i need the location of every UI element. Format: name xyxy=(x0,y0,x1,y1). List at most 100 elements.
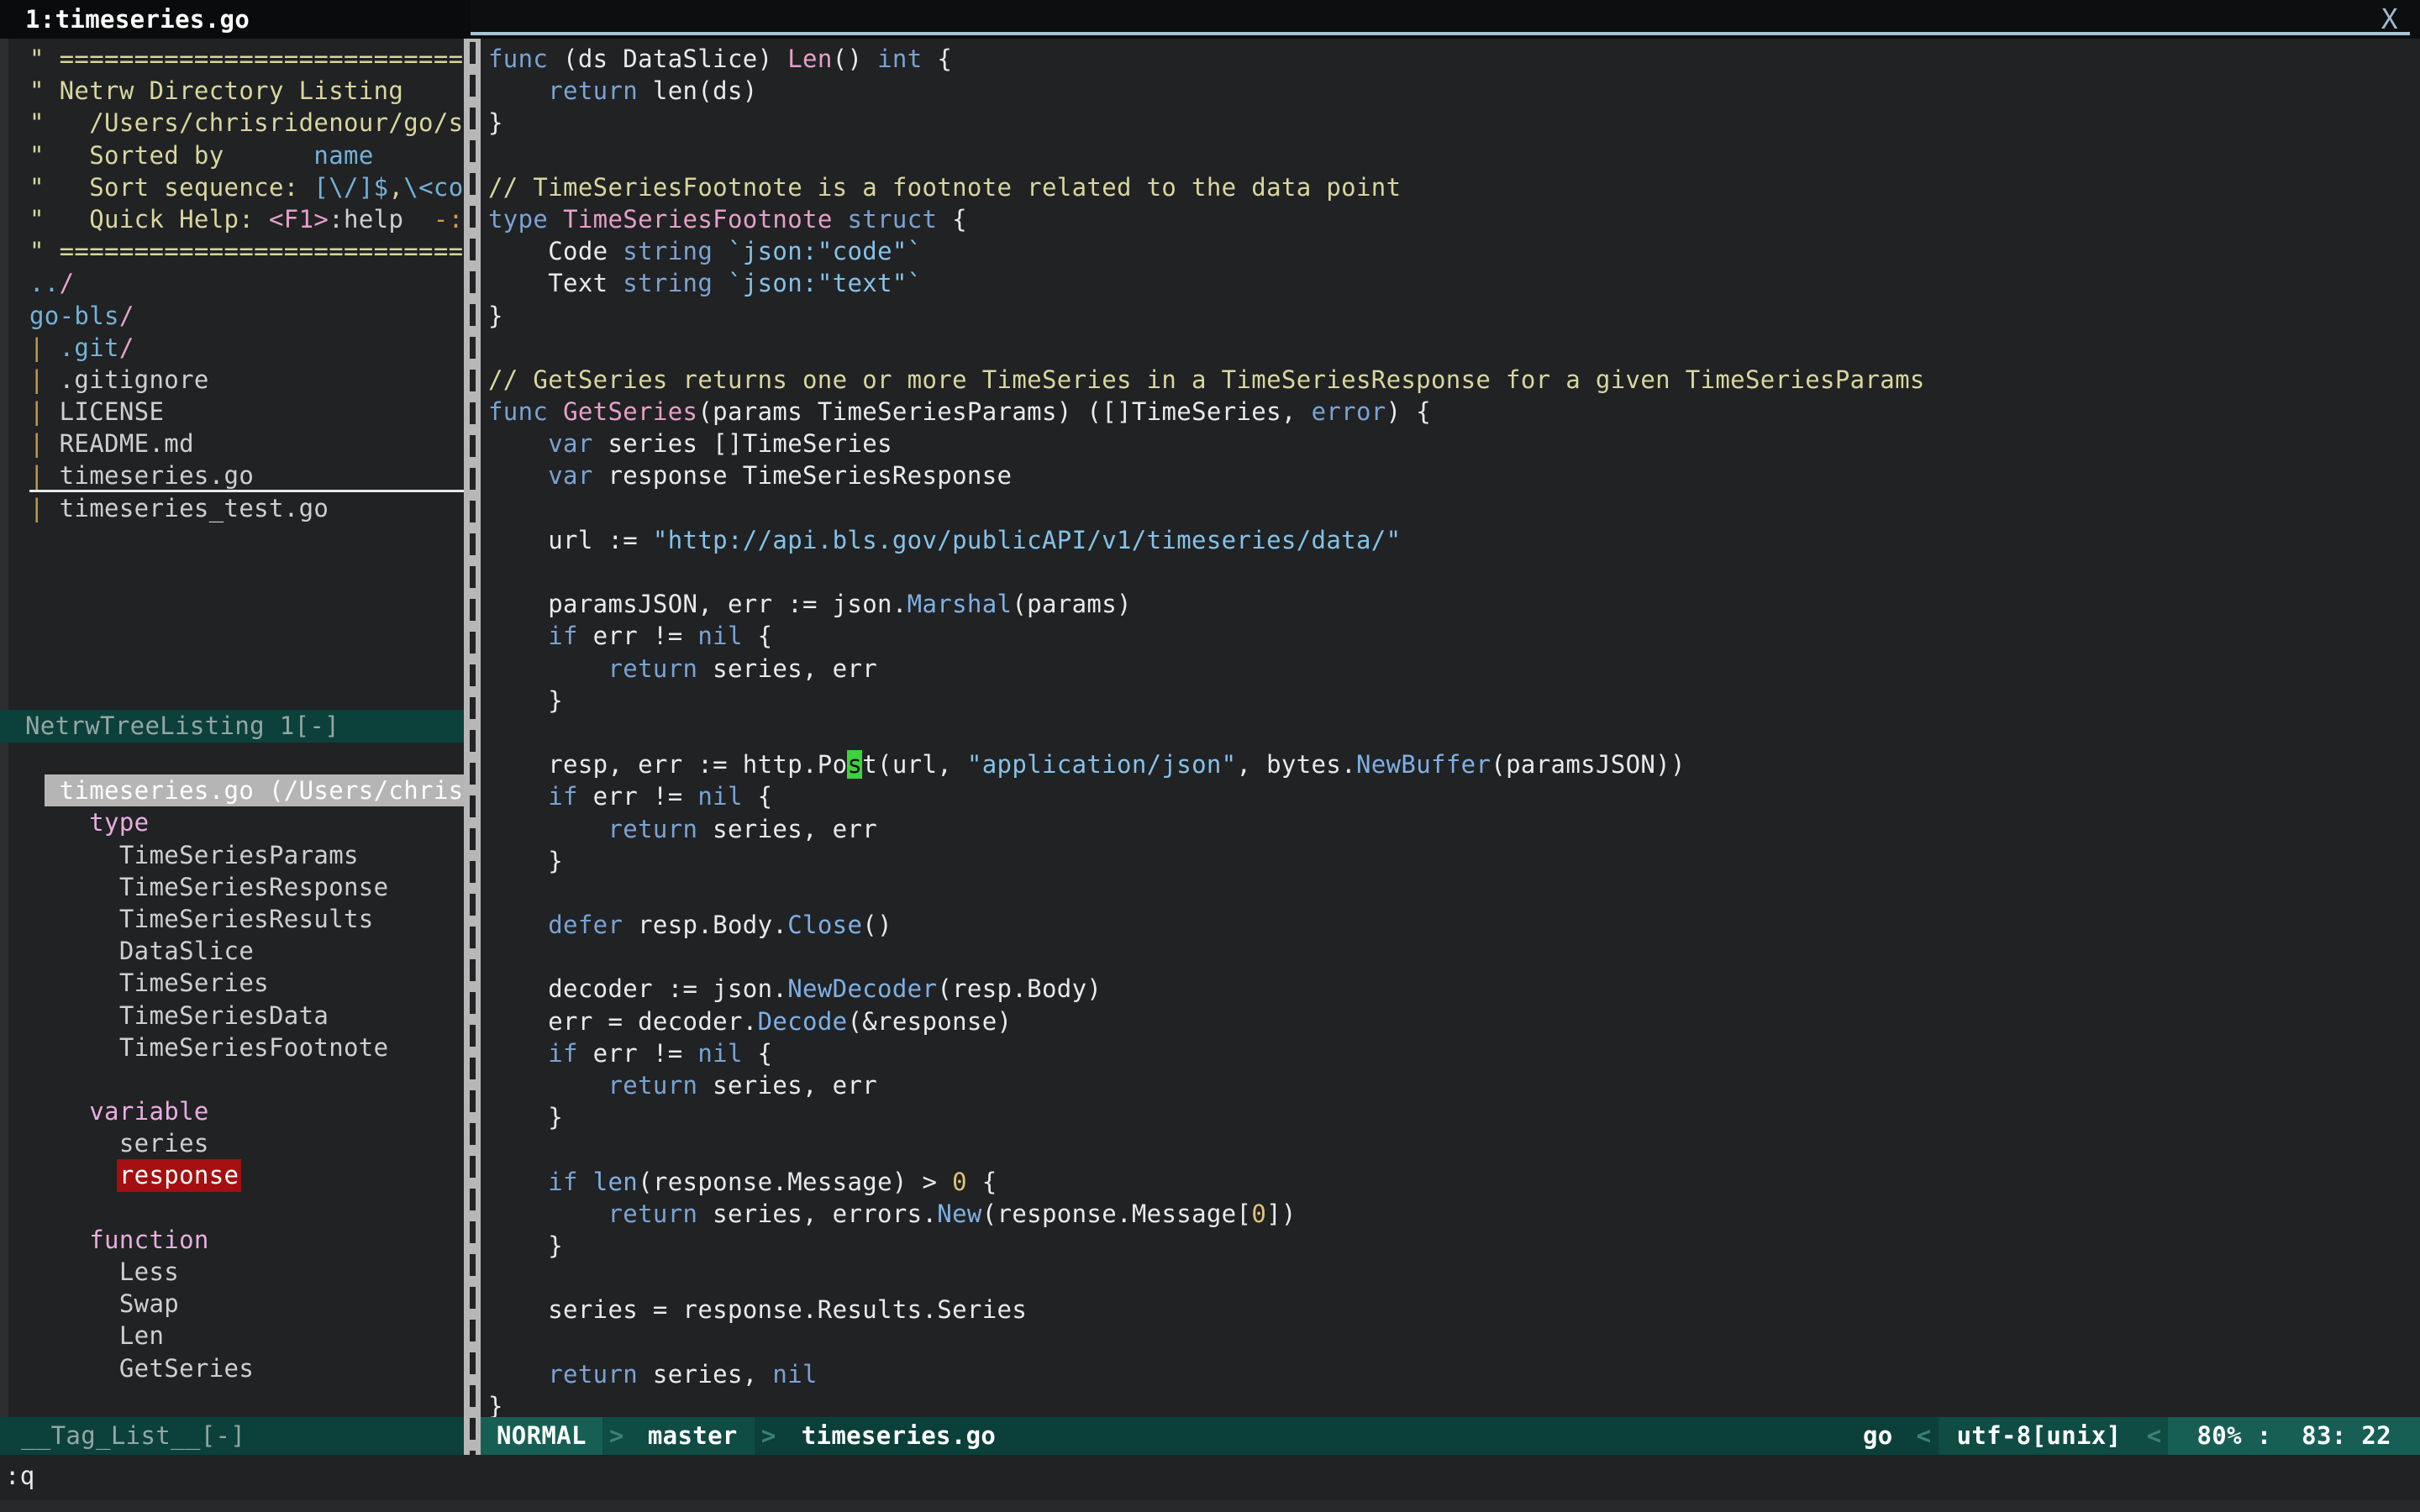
code-line[interactable]: } xyxy=(488,1101,2420,1133)
code-line[interactable]: defer resp.Body.Close() xyxy=(488,909,2420,941)
code-line[interactable] xyxy=(488,139,2420,171)
tag-line[interactable] xyxy=(29,1192,464,1224)
tag-line[interactable]: TimeSeriesData xyxy=(29,1000,464,1032)
netrw-line[interactable]: | timeseries_test.go xyxy=(29,492,464,524)
netrw-line[interactable]: " Sorted by name xyxy=(29,139,464,171)
tag-line[interactable] xyxy=(29,743,464,774)
code-line[interactable]: resp, err := http.Post(url, "application… xyxy=(488,748,2420,780)
code-line[interactable]: var series []TimeSeries xyxy=(488,428,2420,459)
code-line[interactable] xyxy=(488,941,2420,973)
code-line[interactable] xyxy=(488,717,2420,748)
tag-line[interactable]: GetSeries xyxy=(29,1352,464,1384)
code-line[interactable]: // GetSeries returns one or more TimeSer… xyxy=(488,364,2420,396)
chevron-right-icon: > xyxy=(602,1417,631,1455)
token: { xyxy=(937,204,967,234)
code-line[interactable] xyxy=(488,332,2420,364)
code-line[interactable] xyxy=(488,877,2420,909)
code-line[interactable]: func GetSeries(params TimeSeriesParams) … xyxy=(488,396,2420,428)
code-line[interactable]: } xyxy=(488,685,2420,717)
code-line[interactable]: if len(response.Message) > 0 { xyxy=(488,1166,2420,1198)
terminal-screen: 1:timeseries.go X " ====================… xyxy=(0,0,2420,1500)
tag-line[interactable]: TimeSeries xyxy=(29,967,464,999)
netrw-line[interactable]: go-bls/ xyxy=(29,300,464,332)
token: " ======================================… xyxy=(29,237,464,266)
code-line[interactable]: series = response.Results.Series xyxy=(488,1294,2420,1326)
netrw-line[interactable]: " Quick Help: <F1>:help -:go up dir xyxy=(29,203,464,235)
code-line[interactable]: return series, errors.New(response.Messa… xyxy=(488,1198,2420,1230)
code-line[interactable]: url := "http://api.bls.gov/publicAPI/v1/… xyxy=(488,524,2420,556)
token: (params TimeSeriesParams) ([]TimeSeries, xyxy=(697,397,1312,427)
code-line[interactable]: return series, err xyxy=(488,653,2420,685)
code-line[interactable] xyxy=(488,556,2420,588)
token: series []TimeSeries xyxy=(592,429,892,459)
tag-line[interactable]: Len xyxy=(29,1320,464,1352)
code-line[interactable]: if err != nil { xyxy=(488,1037,2420,1069)
token: " Netrw Directory Listing xyxy=(29,76,404,106)
tag-line[interactable]: TimeSeriesResponse xyxy=(29,871,464,903)
code-line[interactable]: } xyxy=(488,1230,2420,1262)
tag-line[interactable]: timeseries.go (/Users/chrisridenour/go xyxy=(29,774,464,807)
code-line[interactable]: if err != nil { xyxy=(488,620,2420,652)
tag-line[interactable]: Swap xyxy=(29,1288,464,1320)
netrw-line[interactable]: | timeseries.go xyxy=(29,459,464,492)
chevron-left-icon: < xyxy=(2139,1417,2169,1455)
token: Close xyxy=(787,911,863,940)
token: | xyxy=(29,493,60,522)
netrw-line[interactable]: " Sort sequence: [\/]$,\<core\> xyxy=(29,171,464,203)
netrw-line[interactable]: " ======================================… xyxy=(29,235,464,267)
code-line[interactable]: } xyxy=(488,1390,2420,1417)
tag-line[interactable] xyxy=(29,1384,464,1416)
code-line[interactable]: Code string `json:"code"` xyxy=(488,235,2420,267)
netrw-line[interactable]: | README.md xyxy=(29,428,464,459)
tag-line[interactable]: type xyxy=(29,806,464,838)
tag-line[interactable]: variable xyxy=(29,1095,464,1127)
code-line[interactable]: return series, err xyxy=(488,813,2420,845)
netrw-line[interactable]: " /Users/chrisridenour/go/src/github.com… xyxy=(29,107,464,139)
token: { xyxy=(742,622,773,651)
code-line[interactable]: } xyxy=(488,107,2420,139)
netrw-line[interactable]: | .git/ xyxy=(29,332,464,364)
code-line[interactable]: func (ds DataSlice) Len() int { xyxy=(488,43,2420,75)
code-line[interactable]: type TimeSeriesFootnote struct { xyxy=(488,203,2420,235)
code-line[interactable]: paramsJSON, err := json.Marshal(params) xyxy=(488,588,2420,620)
code-line[interactable]: err = decoder.Decode(&response) xyxy=(488,1005,2420,1037)
netrw-line[interactable]: | LICENSE xyxy=(29,396,464,428)
netrw-line[interactable]: " ======================================… xyxy=(29,43,464,75)
tag-line[interactable]: function xyxy=(29,1224,464,1256)
token: Less xyxy=(29,1257,180,1286)
code-line[interactable]: Text string `json:"text"` xyxy=(488,267,2420,299)
tag-line[interactable]: series xyxy=(29,1127,464,1159)
netrw-line[interactable]: " Netrw Directory Listing xyxy=(29,75,464,107)
code-line[interactable]: } xyxy=(488,300,2420,332)
tag-line[interactable]: TimeSeriesResults xyxy=(29,903,464,935)
code-line[interactable]: return len(ds) xyxy=(488,75,2420,107)
token: ]) xyxy=(1266,1199,1297,1228)
tag-line[interactable]: TimeSeriesFootnote xyxy=(29,1032,464,1063)
code-line[interactable]: // TimeSeriesFootnote is a footnote rela… xyxy=(488,171,2420,203)
code-line[interactable]: var response TimeSeriesResponse xyxy=(488,459,2420,491)
tag-line[interactable]: Less xyxy=(29,1256,464,1288)
tag-line[interactable]: TimeSeriesParams xyxy=(29,839,464,871)
code-line[interactable]: if err != nil { xyxy=(488,780,2420,812)
code-line[interactable] xyxy=(488,1262,2420,1294)
netrw-line[interactable]: ../ xyxy=(29,267,464,299)
close-icon[interactable]: X xyxy=(2381,0,2398,39)
tag-line[interactable]: response xyxy=(29,1159,464,1191)
netrw-line[interactable]: | .gitignore xyxy=(29,364,464,396)
vertical-split-separator[interactable] xyxy=(464,39,481,1455)
code-line[interactable] xyxy=(488,1326,2420,1358)
code-line[interactable] xyxy=(488,492,2420,524)
statusbar-filename: timeseries.go xyxy=(782,1417,1015,1455)
tag-line[interactable] xyxy=(29,1063,464,1095)
code-line[interactable]: } xyxy=(488,845,2420,877)
command-line[interactable]: :q xyxy=(0,1455,2420,1500)
tag-line[interactable]: DataSlice xyxy=(29,935,464,967)
code-line[interactable]: return series, nil xyxy=(488,1358,2420,1390)
code-line[interactable] xyxy=(488,1133,2420,1165)
code-line[interactable]: decoder := json.NewDecoder(resp.Body) xyxy=(488,973,2420,1005)
code-line[interactable]: return series, err xyxy=(488,1069,2420,1101)
statusbar-git-branch: master xyxy=(630,1417,755,1455)
tab-timeseries[interactable]: 1:timeseries.go xyxy=(0,0,471,39)
